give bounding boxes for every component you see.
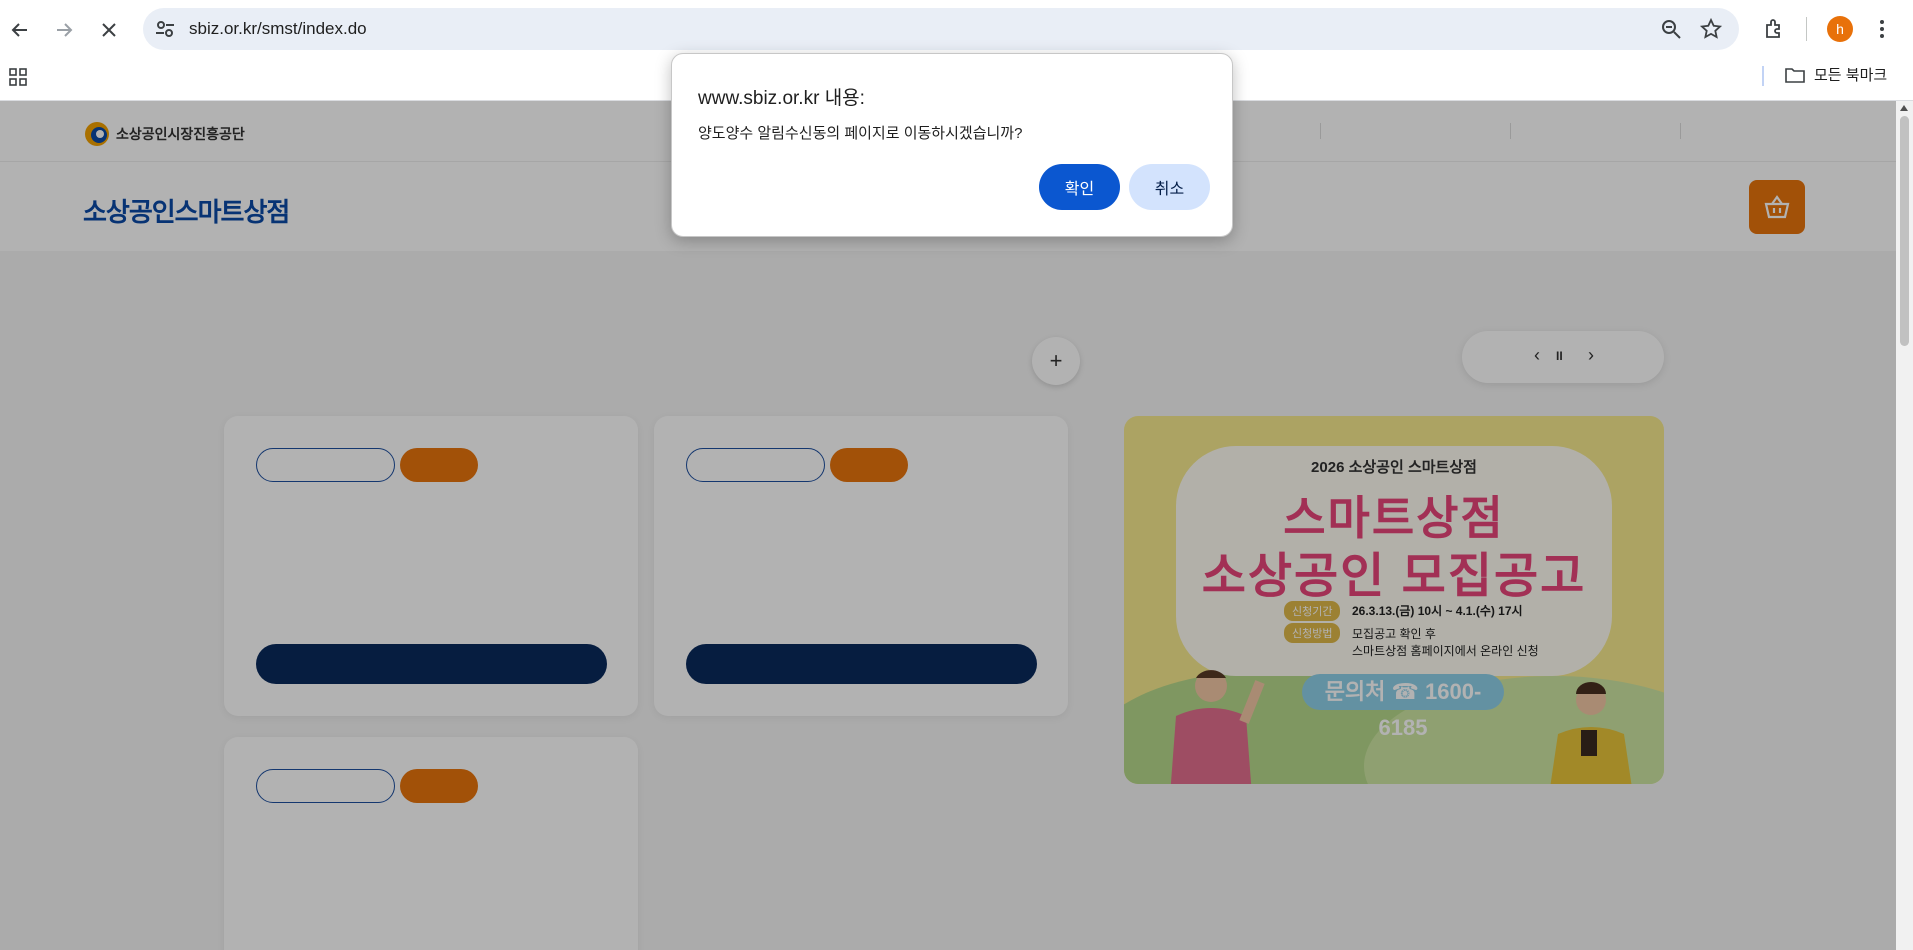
profile-avatar[interactable]: h <box>1827 16 1853 42</box>
confirm-dialog: www.sbiz.or.kr 내용: 양도양수 알림수신동의 페이지로 이동하시… <box>671 53 1233 237</box>
toolbar-divider <box>1806 17 1807 41</box>
page-scrollbar[interactable] <box>1896 101 1913 950</box>
bookmark-star-icon[interactable] <box>1699 17 1723 41</box>
confirm-button[interactable]: 확인 <box>1039 164 1120 210</box>
apps-grid-icon[interactable] <box>8 67 28 87</box>
dialog-message: 양도양수 알림수신동의 페이지로 이동하시겠습니까? <box>698 125 1023 142</box>
scroll-up-icon[interactable] <box>1900 105 1908 111</box>
zoom-icon[interactable] <box>1659 17 1683 41</box>
back-icon[interactable] <box>4 14 36 46</box>
browser-toolbar: sbiz.or.kr/smst/index.do h <box>0 0 1913 59</box>
all-bookmarks-label: 모든 북마크 <box>1814 67 1888 84</box>
browser-menu-icon[interactable] <box>1872 16 1892 42</box>
cancel-button[interactable]: 취소 <box>1129 164 1210 210</box>
site-settings-icon[interactable] <box>153 17 177 41</box>
url-text[interactable]: sbiz.or.kr/smst/index.do <box>189 19 367 39</box>
dialog-title: www.sbiz.or.kr 내용: <box>698 88 865 109</box>
extensions-icon[interactable] <box>1762 16 1788 42</box>
forward-icon[interactable] <box>48 14 80 46</box>
scrollbar-thumb[interactable] <box>1900 116 1909 346</box>
all-bookmarks-button[interactable]: 모든 북마크 <box>1784 64 1887 85</box>
address-bar[interactable]: sbiz.or.kr/smst/index.do <box>143 8 1739 50</box>
folder-icon <box>1785 67 1805 83</box>
bookmarks-divider <box>1762 66 1764 86</box>
stop-loading-icon[interactable] <box>93 14 125 46</box>
